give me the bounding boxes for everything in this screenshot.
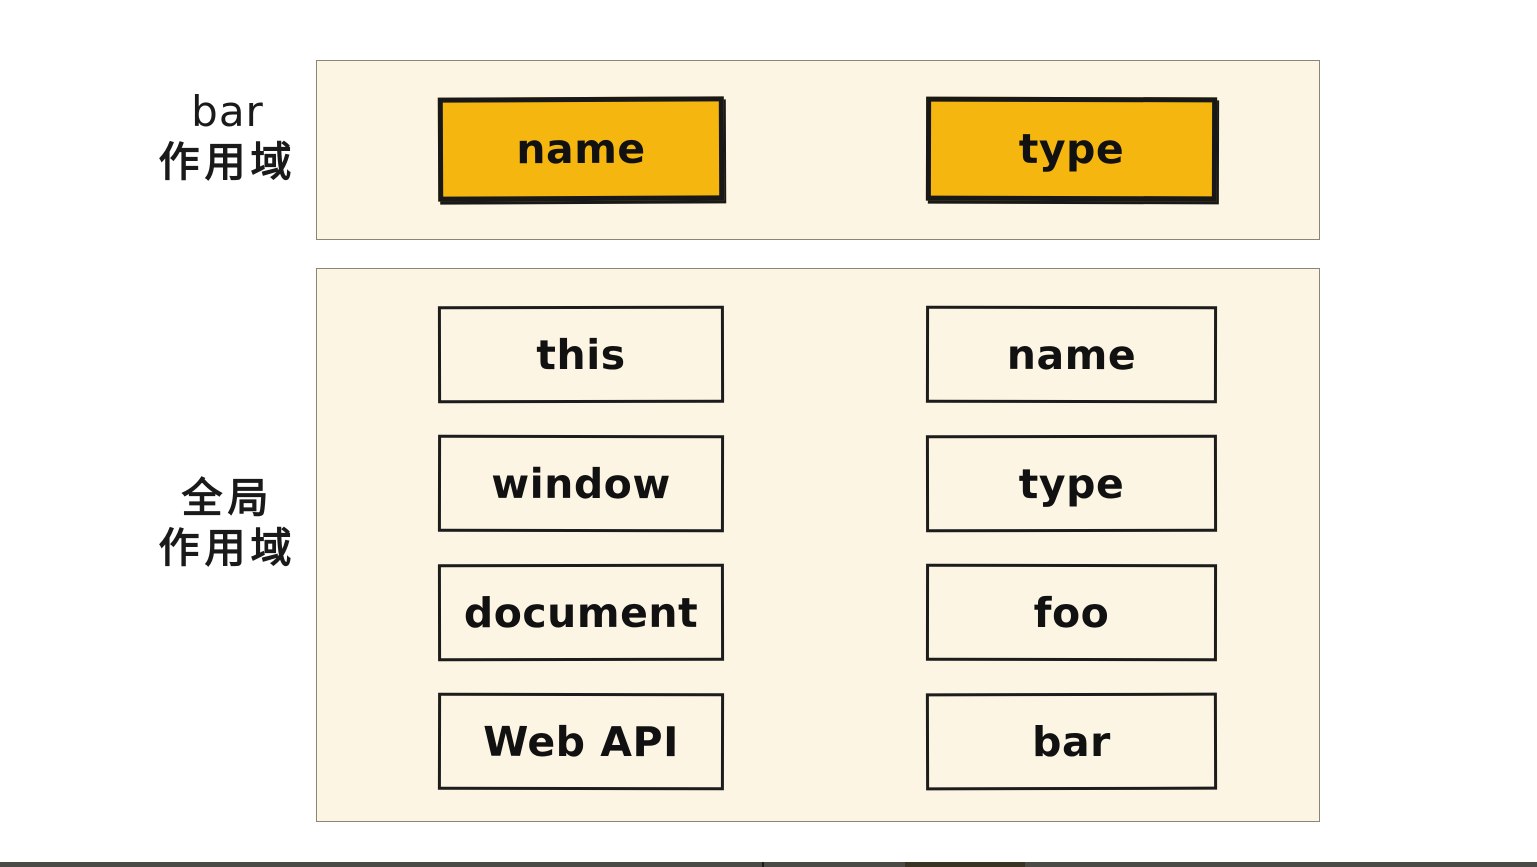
global-scope-label-primary: 全局: [181, 474, 274, 522]
variable-box-document[interactable]: document: [437, 563, 725, 662]
global-scope-label-secondary: 作用域: [158, 524, 297, 573]
player-bottom-strip[interactable]: [0, 862, 1537, 867]
variable-box-global-type[interactable]: type: [925, 434, 1218, 533]
global-scope-label: 全局 作用域: [120, 473, 335, 573]
bar-scope-label-cjk: 作用域: [158, 138, 297, 187]
bar-scope-label-latin: bar: [191, 87, 264, 136]
variable-box-bar-name[interactable]: name: [437, 96, 725, 202]
variable-box-global-name[interactable]: name: [925, 305, 1218, 404]
variable-box-bar[interactable]: bar: [925, 692, 1218, 791]
variable-box-bar-type[interactable]: type: [925, 96, 1218, 202]
player-strip-tick: [762, 862, 764, 867]
player-strip-accent: [905, 862, 1025, 867]
variable-box-window[interactable]: window: [437, 434, 725, 533]
variable-box-foo[interactable]: foo: [925, 563, 1218, 662]
bar-scope-label: bar 作用域: [120, 86, 335, 187]
diagram-canvas: bar 作用域 全局 作用域 name type this window doc…: [0, 0, 1537, 867]
global-scope-panel: this window document Web API name type f…: [316, 268, 1320, 822]
variable-box-this[interactable]: this: [437, 305, 725, 404]
variable-box-web-api[interactable]: Web API: [437, 692, 725, 791]
bar-scope-panel: name type: [316, 60, 1320, 240]
